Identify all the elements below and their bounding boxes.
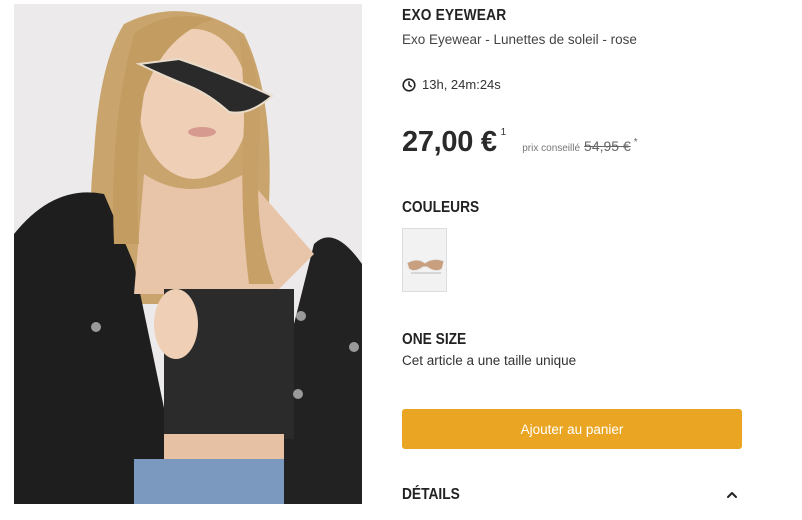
sunglasses-thumbnail xyxy=(403,229,446,291)
product-title: Exo Eyewear - Lunettes de soleil - rose xyxy=(402,32,637,47)
recommended-price: 54,95 € xyxy=(584,138,631,154)
countdown-text: 13h, 24m:24s xyxy=(422,77,501,92)
add-to-cart-button[interactable]: Ajouter au panier xyxy=(402,409,742,449)
model-photo xyxy=(14,4,362,504)
clock-icon xyxy=(402,77,416,92)
price-footnote-marker: 1 xyxy=(500,127,507,138)
current-price: 27,00 € xyxy=(402,126,497,158)
colors-heading: COULEURS xyxy=(402,199,480,216)
chevron-up-icon xyxy=(727,492,737,498)
price-block: 27,00 € 1 prix conseillé 54,95 € * xyxy=(402,126,638,159)
details-heading: DÉTAILS xyxy=(402,486,460,503)
product-page: EXO EYEWEAR Exo Eyewear - Lunettes de so… xyxy=(0,0,802,520)
details-toggle[interactable]: DÉTAILS xyxy=(402,486,742,508)
size-note: Cet article a une taille unique xyxy=(402,353,577,368)
sale-countdown: 13h, 24m:24s xyxy=(402,77,501,92)
brand-name[interactable]: EXO EYEWEAR xyxy=(402,7,506,25)
recommended-price-label: prix conseillé xyxy=(522,143,581,154)
color-swatch-rose[interactable] xyxy=(402,228,447,292)
product-image[interactable] xyxy=(14,4,362,504)
recommended-footnote-marker: * xyxy=(633,137,638,148)
size-heading: ONE SIZE xyxy=(402,331,467,348)
